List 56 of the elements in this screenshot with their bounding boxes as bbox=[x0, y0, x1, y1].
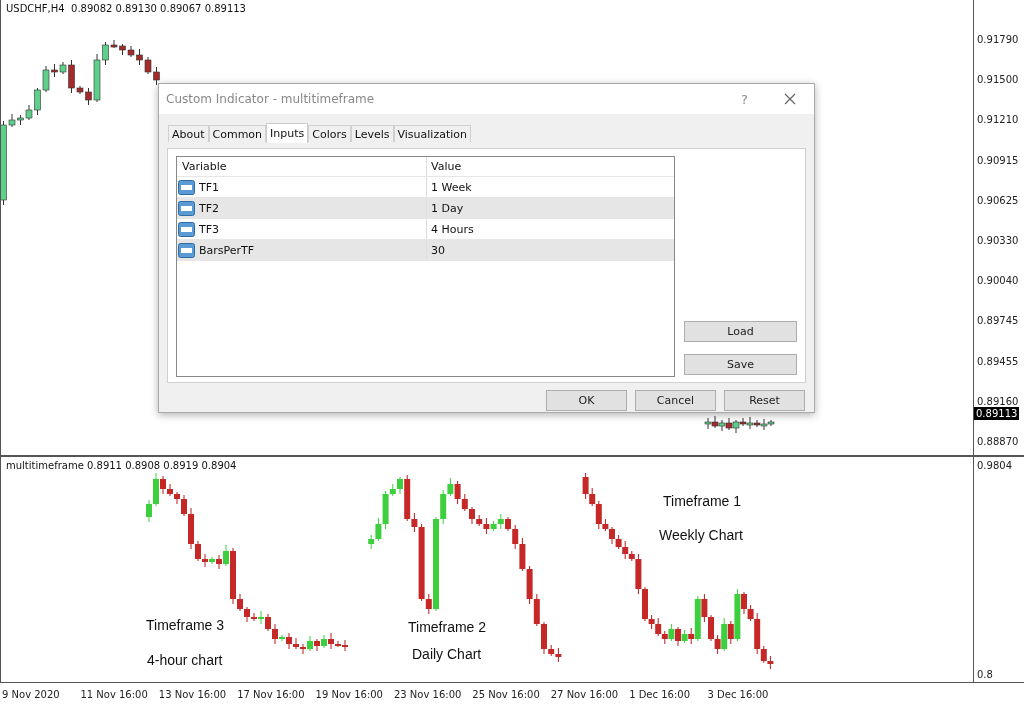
indicator-header: multitimeframe 0.8911 0.8908 0.8919 0.8904 bbox=[6, 460, 237, 471]
time-axis-label: 9 Nov 2020 bbox=[2, 688, 61, 700]
dialog-button[interactable]: Load bbox=[684, 321, 797, 342]
chart-annotation: Timeframe 2 bbox=[408, 619, 487, 635]
dialog-tab[interactable]: About bbox=[168, 125, 209, 142]
chart-annotation: Timeframe 3 bbox=[146, 617, 225, 633]
price-scale-label: 0.91210 bbox=[976, 114, 1020, 127]
time-axis-label: 13 Nov 16:00 bbox=[158, 688, 228, 700]
time-axis-label: 11 Nov 16:00 bbox=[80, 688, 149, 700]
variable-value[interactable]: 1 Day bbox=[427, 201, 464, 215]
variable-name[interactable]: TF2 bbox=[199, 201, 220, 215]
variable-value[interactable]: 1 Week bbox=[427, 180, 472, 194]
dialog-button[interactable]: OK bbox=[546, 390, 627, 411]
current-price-label: 0.89113 bbox=[974, 407, 1020, 420]
price-scale-label: 0.90625 bbox=[976, 194, 1020, 207]
dialog-tab[interactable]: Inputs bbox=[266, 123, 309, 143]
column-header: Variable bbox=[177, 157, 427, 176]
price-scale-label: 0.90040 bbox=[976, 275, 1020, 288]
variable-value[interactable]: 4 Hours bbox=[427, 222, 474, 236]
price-scale-label: 0.90330 bbox=[976, 234, 1020, 247]
close-icon[interactable] bbox=[784, 93, 796, 105]
time-axis-label: 19 Nov 16:00 bbox=[315, 688, 384, 700]
dialog-button[interactable]: Cancel bbox=[635, 390, 716, 411]
time-axis-label: 17 Nov 16:00 bbox=[237, 688, 306, 700]
time-axis-label: 27 Nov 16:00 bbox=[550, 688, 620, 700]
variable-value[interactable]: 30 bbox=[427, 243, 445, 257]
chart-annotation: Weekly Chart bbox=[659, 527, 743, 543]
chart-annotation: 4-hour chart bbox=[147, 652, 223, 668]
dialog-tab[interactable]: Colors bbox=[308, 125, 351, 142]
column-header: Value bbox=[430, 160, 462, 173]
variable-name[interactable]: BarsPerTF bbox=[199, 243, 255, 257]
dialog-tab[interactable]: Common bbox=[208, 125, 267, 142]
time-axis-label: 25 Nov 16:00 bbox=[472, 688, 541, 700]
price-scale-label: 0.91500 bbox=[976, 74, 1020, 87]
dialog-tab[interactable]: Levels bbox=[350, 125, 394, 142]
dialog-button[interactable]: Reset bbox=[724, 390, 805, 411]
price-scale-label: 0.89745 bbox=[976, 315, 1020, 328]
price-scale-label: 0.88870 bbox=[976, 435, 1020, 448]
dialog-tab[interactable]: Visualization bbox=[393, 125, 471, 142]
variable-name[interactable]: TF1 bbox=[199, 180, 220, 194]
price-scale-label: 0.89455 bbox=[976, 355, 1020, 368]
dialog-button[interactable]: Save bbox=[684, 354, 797, 375]
variable-name[interactable]: TF3 bbox=[199, 222, 220, 236]
chart-symbol-header: USDCHF,H4 0.89082 0.89130 0.89067 0.89113 bbox=[6, 3, 246, 14]
dialog-title: Custom Indicator - multitimeframe bbox=[166, 92, 376, 106]
time-axis-label: 1 Dec 16:00 bbox=[629, 688, 691, 700]
chart-annotation: Timeframe 1 bbox=[663, 493, 742, 509]
indicator-scale-label: 0.9804 bbox=[976, 460, 1013, 471]
time-axis-label: 23 Nov 16:00 bbox=[393, 688, 463, 700]
price-scale-label: 0.89160 bbox=[976, 395, 1020, 408]
help-button[interactable]: ? bbox=[737, 91, 752, 107]
indicator-scale-label: 0.8 bbox=[976, 669, 994, 680]
time-axis-label: 3 Dec 16:00 bbox=[707, 688, 770, 700]
price-scale-label: 0.91790 bbox=[976, 34, 1020, 46]
chart-annotation: Daily Chart bbox=[412, 646, 482, 662]
price-scale-label: 0.90915 bbox=[976, 154, 1020, 167]
